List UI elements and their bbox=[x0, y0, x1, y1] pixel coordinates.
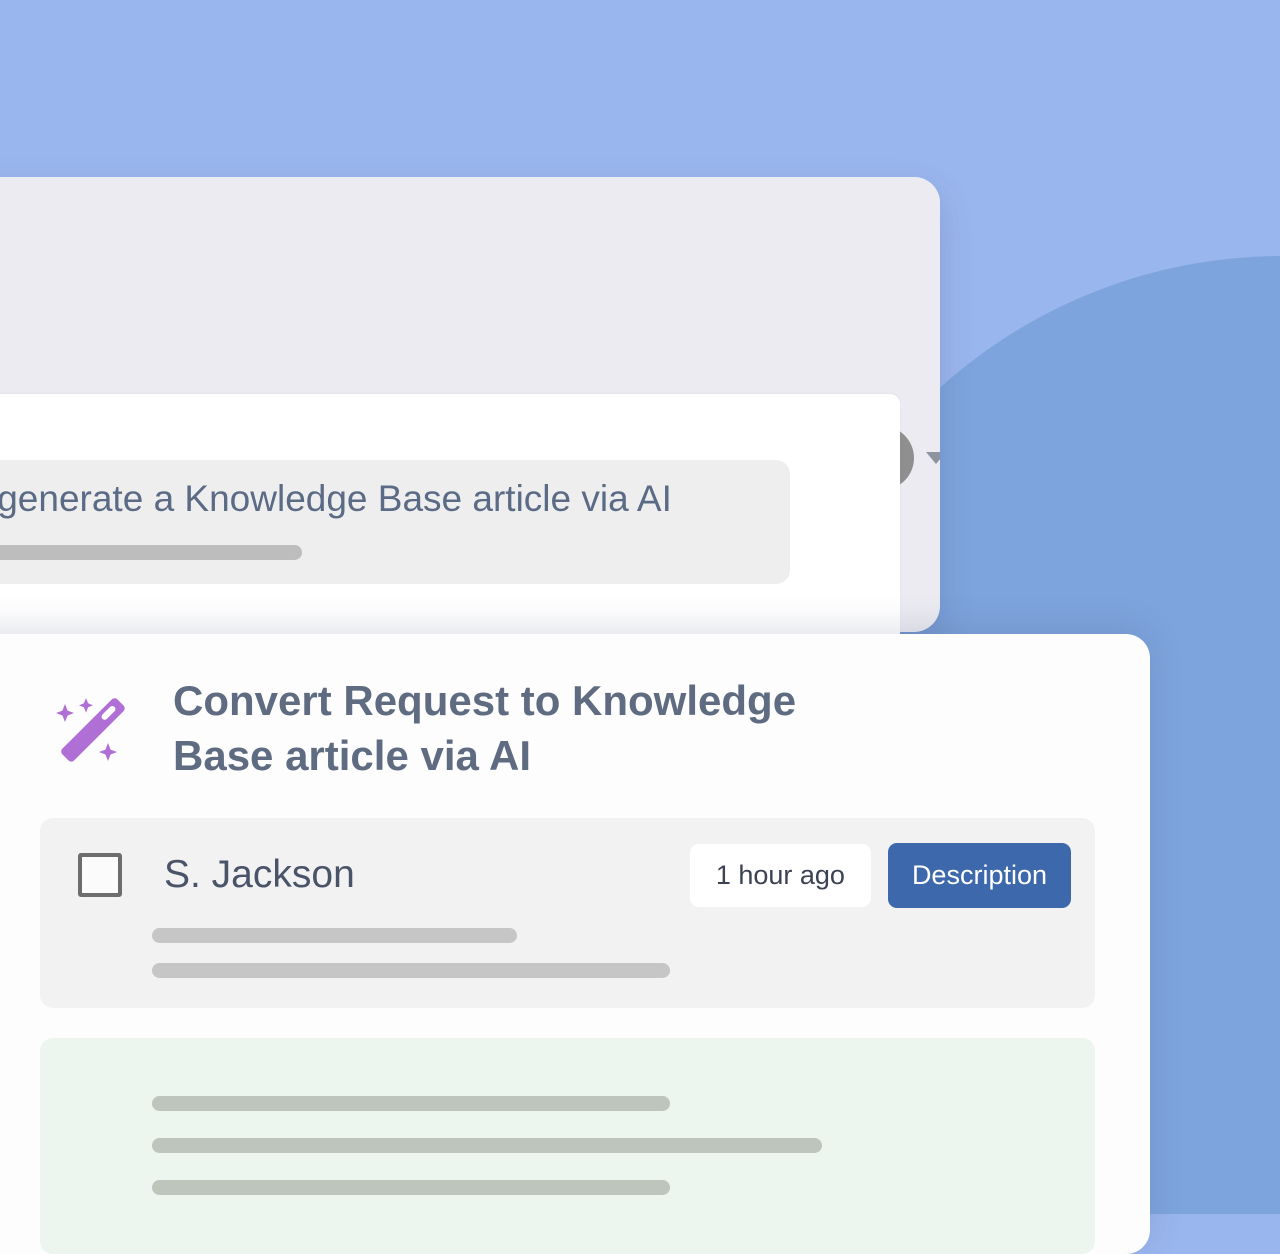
request-skeleton-line-2 bbox=[152, 963, 670, 978]
magic-wand-icon bbox=[45, 688, 135, 783]
background-note-text: lly generate a Knowledge Base article vi… bbox=[0, 478, 672, 519]
request-checkbox[interactable] bbox=[78, 853, 122, 897]
article-skeleton-line-3 bbox=[152, 1180, 670, 1195]
requester-name: S. Jackson bbox=[164, 853, 355, 896]
request-timestamp: 1 hour ago bbox=[689, 843, 871, 907]
request-row: S. Jackson 1 hour ago Description bbox=[78, 840, 1071, 910]
article-skeleton-line-1 bbox=[152, 1096, 670, 1111]
convert-request-modal: Convert Request to Knowledge Base articl… bbox=[0, 634, 1150, 1254]
request-card: S. Jackson 1 hour ago Description bbox=[40, 818, 1095, 1008]
chevron-down-icon[interactable] bbox=[926, 452, 940, 464]
article-skeleton-line-2 bbox=[152, 1138, 822, 1153]
request-row-actions: 1 hour ago Description bbox=[689, 842, 1071, 908]
background-content-card: lly generate a Knowledge Base article vi… bbox=[0, 394, 900, 644]
generated-article-card bbox=[40, 1038, 1095, 1254]
background-note-block: lly generate a Knowledge Base article vi… bbox=[0, 460, 790, 584]
modal-title: Convert Request to Knowledge Base articl… bbox=[173, 677, 797, 779]
description-button[interactable]: Description bbox=[887, 842, 1071, 908]
request-skeleton-line-1 bbox=[152, 928, 517, 943]
background-note-skeleton-bar bbox=[0, 545, 302, 560]
modal-header: Convert Request to Knowledge Base articl… bbox=[45, 674, 833, 783]
app-toolbar bbox=[0, 177, 940, 394]
